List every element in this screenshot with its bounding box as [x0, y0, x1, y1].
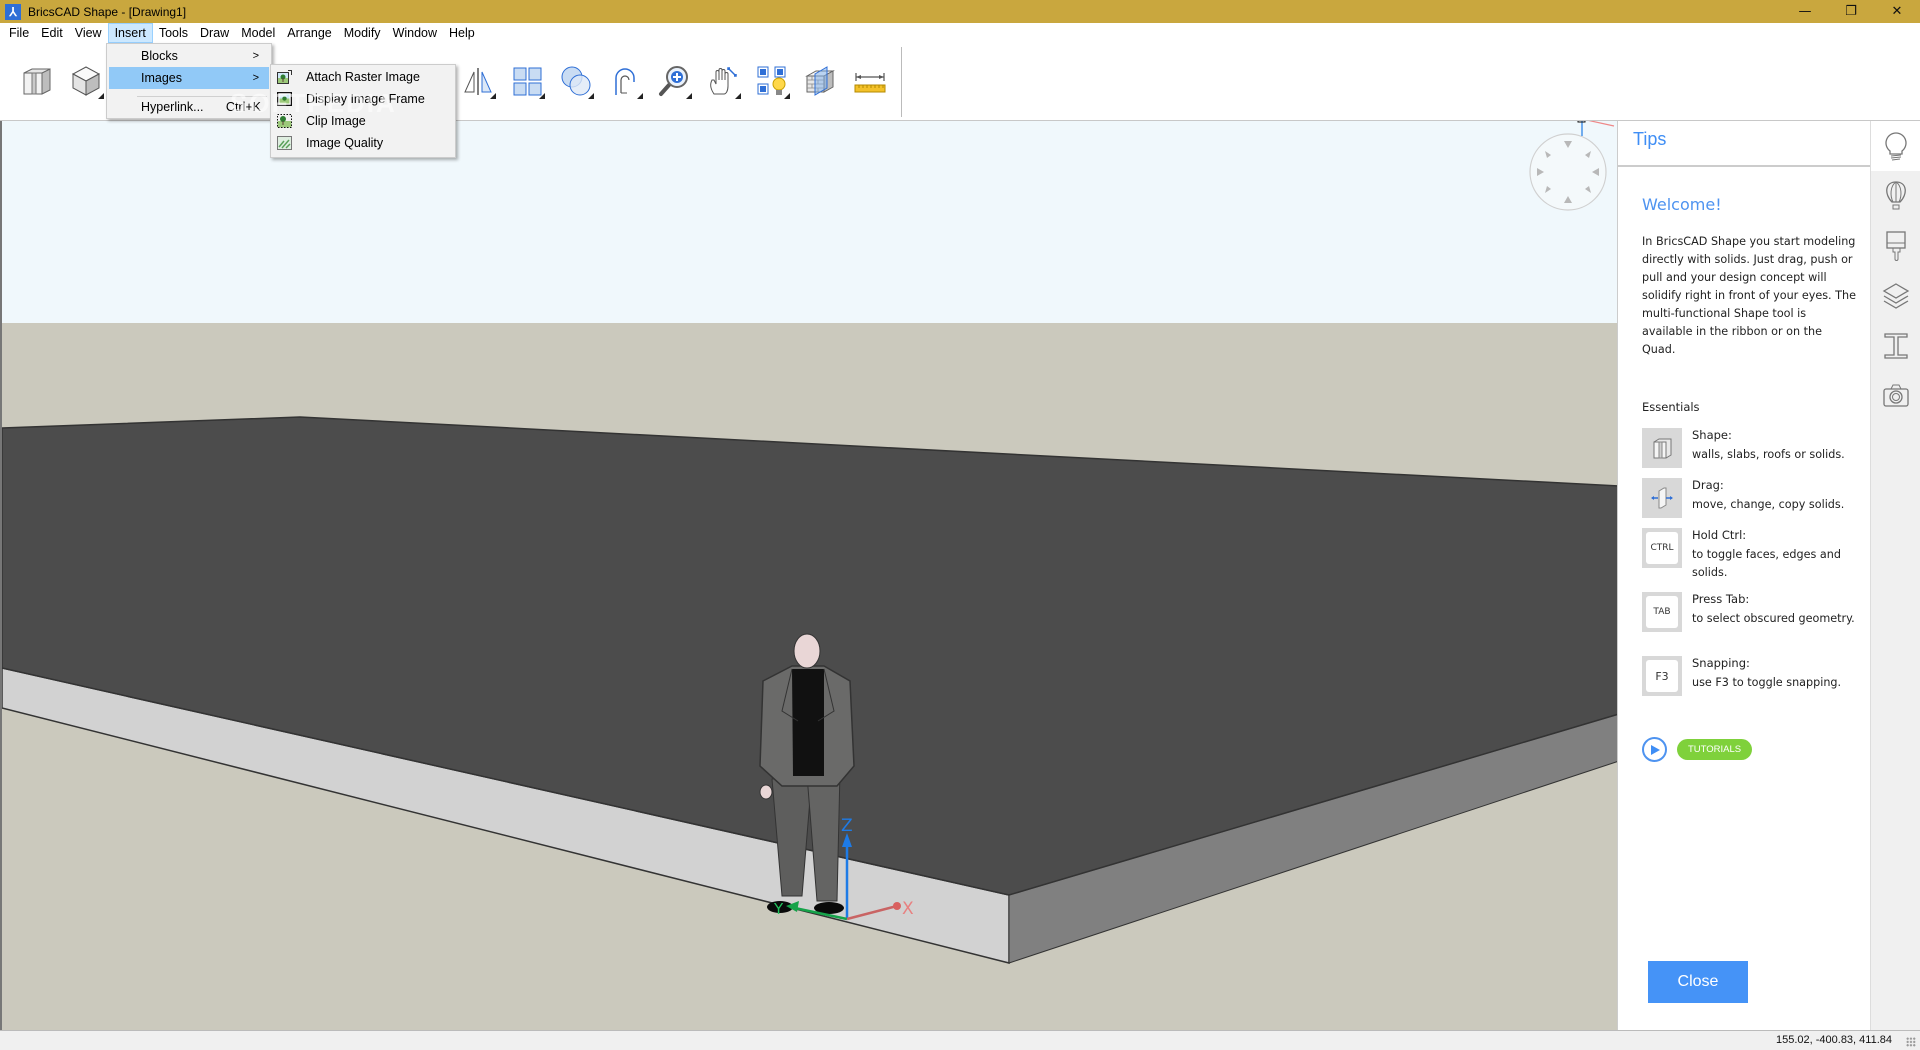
status-bar: 155.02, -400.83, 411.84: [0, 1030, 1920, 1050]
chevron-right-icon: >: [252, 50, 259, 62]
panel-side-strip: [1870, 121, 1920, 1030]
shape-tool-button[interactable]: [17, 61, 57, 101]
push-pull-tool-button[interactable]: [605, 61, 645, 101]
lighting-tool-button[interactable]: [752, 61, 792, 101]
menu-model[interactable]: Model: [235, 23, 281, 43]
flyout-indicator: [98, 93, 104, 99]
menu-item-clip-image[interactable]: Clip Image: [273, 110, 453, 132]
menu-item-blocks[interactable]: Blocks >: [109, 45, 269, 67]
layers-icon: [1882, 283, 1910, 309]
close-tips-button[interactable]: Close: [1648, 961, 1748, 1003]
welcome-title: Welcome!: [1642, 195, 1722, 214]
menu-item-attach-raster-image[interactable]: Attach Raster Image: [273, 66, 453, 88]
zoom-tool-button[interactable]: [654, 61, 694, 101]
insert-menu-dropdown: Blocks > Images > Hyperlink... Ctrl+K: [106, 43, 272, 119]
display-image-frame-icon: [277, 92, 292, 106]
menu-edit[interactable]: Edit: [35, 23, 69, 43]
menu-modify[interactable]: Modify: [338, 23, 387, 43]
axis-label-z: Z: [841, 816, 853, 836]
menu-help[interactable]: Help: [443, 23, 481, 43]
window-title: BricsCAD Shape - [Drawing1]: [28, 4, 187, 19]
view-compass[interactable]: [1529, 121, 1615, 211]
essentials-title: Essentials: [1642, 400, 1700, 414]
bricscad-logo-icon: ⅄: [5, 3, 21, 20]
profiles-panel-tab[interactable]: [1871, 321, 1920, 371]
tips-header: Tips: [1618, 121, 1870, 167]
menu-view[interactable]: View: [69, 23, 108, 43]
axis-label-x: X: [902, 899, 914, 919]
tips-panel: Tips Welcome! In BricsCAD Shape you star…: [1617, 121, 1870, 1030]
shape-wall-icon: [1642, 428, 1682, 468]
explorer-panel-tab[interactable]: [1871, 171, 1920, 221]
shortcut-label: Ctrl+K: [225, 100, 261, 114]
menu-item-images[interactable]: Images >: [109, 67, 269, 89]
close-window-button[interactable]: ✕: [1874, 0, 1920, 23]
materials-panel-tab[interactable]: [1871, 221, 1920, 271]
layers-panel-tab[interactable]: [1871, 271, 1920, 321]
play-tutorials-icon[interactable]: [1642, 737, 1667, 762]
cursor-coordinates: 155.02, -400.83, 411.84: [1775, 1034, 1892, 1046]
attach-raster-image-icon: [277, 70, 292, 84]
menu-tools[interactable]: Tools: [153, 23, 194, 43]
f3-key-icon: F3: [1642, 656, 1682, 696]
tips-panel-tab[interactable]: [1871, 121, 1920, 171]
images-submenu: Attach Raster Image Display Image Frame …: [270, 64, 456, 158]
model-viewport[interactable]: Z Y X: [0, 121, 1617, 1030]
menu-arrange[interactable]: Arrange: [281, 23, 337, 43]
tutorials-button[interactable]: TUTORIALS: [1677, 739, 1753, 760]
toolbar-separator: [901, 47, 902, 117]
flyout-indicator: [735, 93, 741, 99]
image-quality-icon: [277, 136, 292, 150]
render-panel-tab[interactable]: [1871, 371, 1920, 421]
clip-image-icon: [277, 114, 292, 128]
menu-insert[interactable]: Insert: [107, 23, 153, 43]
camera-icon: [1883, 384, 1909, 407]
close-icon: ✕: [1891, 4, 1903, 19]
viewports-tool-button[interactable]: [507, 61, 547, 101]
menu-item-display-image-frame[interactable]: Display Image Frame: [273, 88, 453, 110]
welcome-text: In BricsCAD Shape you start modeling dir…: [1642, 235, 1856, 356]
ruler-measure-icon: [854, 73, 886, 93]
restore-button[interactable]: ❐: [1828, 0, 1874, 23]
minimize-icon: —: [1798, 4, 1812, 19]
pan-tool-button[interactable]: [703, 61, 743, 101]
ctrl-key-icon: CTRL: [1642, 528, 1682, 568]
flyout-indicator: [539, 93, 545, 99]
boolean-tool-button[interactable]: [556, 61, 596, 101]
mirror-tool-button[interactable]: [458, 61, 498, 101]
menu-item-hyperlink[interactable]: Hyperlink... Ctrl+K: [109, 96, 269, 118]
lightbulb-icon: [1885, 132, 1907, 161]
flyout-indicator: [490, 93, 496, 99]
menu-item-image-quality[interactable]: Image Quality: [273, 132, 453, 154]
i-beam-icon: [1884, 333, 1908, 359]
title-bar: ⅄ BricsCAD Shape - [Drawing1] — ❐ ✕: [0, 0, 1920, 23]
drag-solid-icon: [1642, 478, 1682, 518]
scene-canvas[interactable]: Z Y X: [2, 121, 1617, 1030]
measure-tool-button[interactable]: [850, 61, 890, 101]
flyout-indicator: [686, 93, 692, 99]
menu-file[interactable]: File: [3, 23, 35, 43]
chevron-right-icon: >: [252, 72, 259, 84]
menu-window[interactable]: Window: [387, 23, 443, 43]
hot-air-balloon-icon: [1886, 181, 1906, 210]
flyout-indicator: [784, 93, 790, 99]
menu-draw[interactable]: Draw: [194, 23, 235, 43]
flyout-indicator: [637, 93, 643, 99]
minimize-button[interactable]: —: [1782, 0, 1828, 23]
section-wall-icon: [805, 66, 835, 96]
axis-label-y: Y: [773, 900, 784, 918]
wall-solid-icon: [23, 68, 51, 95]
section-tool-button[interactable]: [801, 61, 841, 101]
tab-key-icon: TAB: [1642, 592, 1682, 632]
restore-icon: ❐: [1845, 4, 1857, 19]
menu-bar: File Edit View Insert Tools Draw Model A…: [0, 23, 1920, 43]
flyout-indicator: [588, 93, 594, 99]
box-tool-button[interactable]: [66, 61, 106, 101]
resize-grip-icon[interactable]: [1906, 1037, 1916, 1047]
paint-brush-icon: [1886, 231, 1906, 261]
